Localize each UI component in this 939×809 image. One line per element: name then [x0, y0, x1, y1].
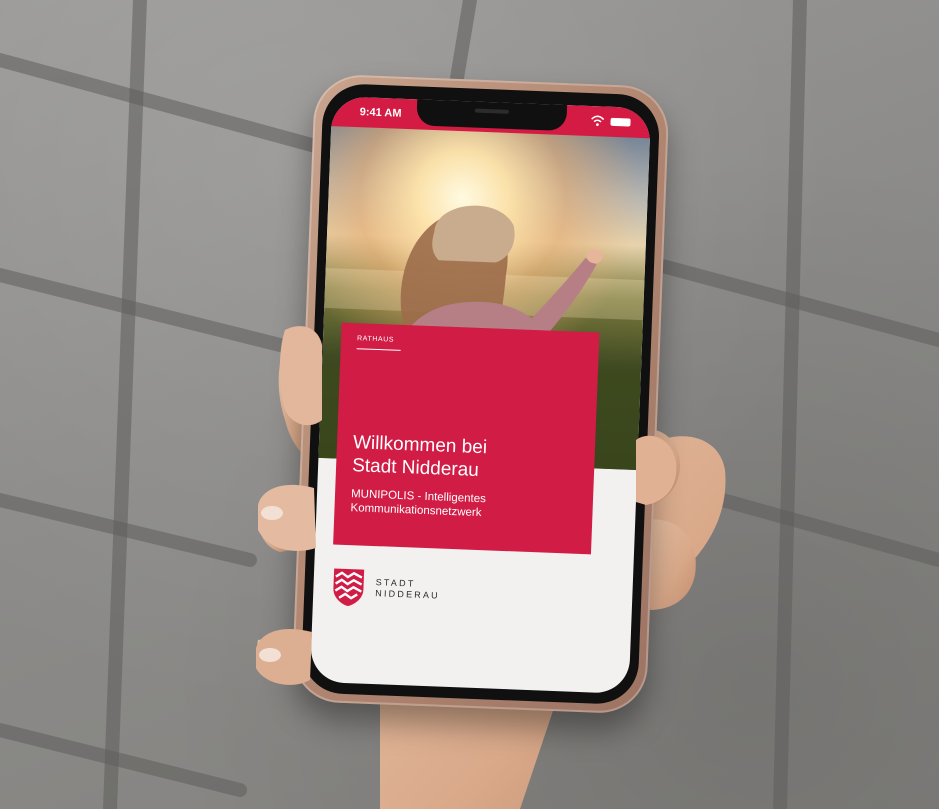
battery-icon [610, 117, 631, 127]
logo-line-2: NIDDERAU [375, 588, 441, 601]
smartphone: 9:41 AM RATHAUS Willkommen bei Stadt Nid… [291, 73, 670, 715]
city-logo[interactable]: STADT NIDDERAU [331, 566, 441, 610]
status-time: 9:41 AM [359, 106, 402, 120]
phone-screen: 9:41 AM RATHAUS Willkommen bei Stadt Nid… [309, 96, 652, 694]
welcome-title: Willkommen bei Stadt Nidderau [352, 431, 584, 486]
category-label: RATHAUS [356, 335, 395, 344]
hero-card[interactable]: RATHAUS Willkommen bei Stadt Nidderau MU… [333, 322, 600, 555]
speaker-grille [474, 108, 509, 114]
category-underline [356, 348, 401, 351]
status-icons [590, 115, 631, 128]
city-logo-text: STADT NIDDERAU [375, 577, 440, 601]
coat-of-arms-icon [333, 568, 365, 607]
wifi-icon [591, 115, 605, 126]
welcome-subtitle: MUNIPOLIS - Intelligentes Kommunikations… [350, 487, 581, 524]
